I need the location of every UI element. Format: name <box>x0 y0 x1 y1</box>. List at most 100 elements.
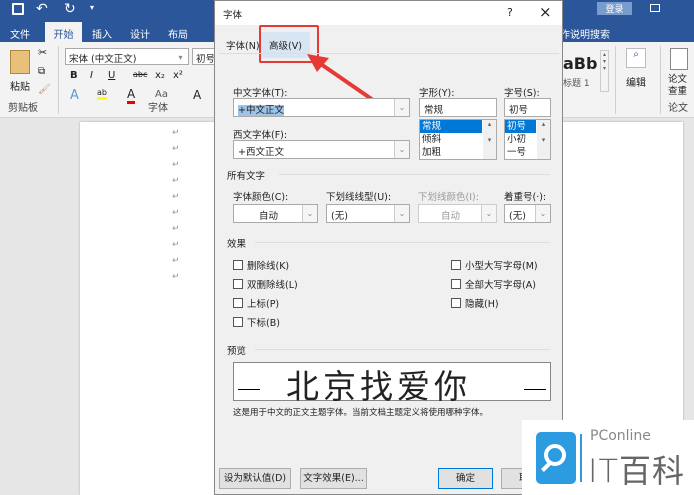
small-caps-checkbox[interactable]: 小型大写字母(M) <box>451 258 538 272</box>
paragraph-mark: ↵ <box>172 256 180 266</box>
west-font-value: +西文正文 <box>238 147 284 158</box>
size-value: 初号 <box>509 105 529 116</box>
font-color-select[interactable]: 自动 ⌄ <box>233 204 318 223</box>
tab-font[interactable]: 字体(N) <box>226 38 260 52</box>
cut-icon[interactable]: ✂ <box>38 46 47 59</box>
tab-home[interactable]: 开始 <box>45 22 82 42</box>
chevron-down-icon: ⌄ <box>394 205 409 222</box>
section-title: 预览 <box>227 346 247 357</box>
italic-icon[interactable]: I <box>90 70 93 81</box>
font-name-value: 宋体 (中文正文) <box>69 54 137 65</box>
checkbox-label: 全部大写字母(A) <box>465 280 536 291</box>
logo-divider <box>580 434 582 482</box>
tab-file[interactable]: 文件 <box>10 26 30 41</box>
emphasis-label: 着重号(·): <box>504 192 547 203</box>
font-dialog: 字体 ? × 字体(N) 高级(V) 中文字体(T): +中文正文 ⌄ 西文字体(… <box>214 0 563 495</box>
font-color-label: 字体颜色(C): <box>233 192 289 203</box>
paper-check-button[interactable]: 论文查重 <box>668 74 692 98</box>
tell-me-search[interactable]: 作说明搜索 <box>560 26 610 41</box>
scrollbar[interactable]: ▴ ▾ <box>537 120 550 159</box>
grow-font-icon[interactable]: A <box>193 88 201 102</box>
effects-section: 效果 <box>227 236 550 250</box>
paragraph-mark: ↵ <box>172 208 180 218</box>
paper-check-icon[interactable] <box>670 48 688 70</box>
scrollbar[interactable]: ▴ ▾ <box>483 120 496 159</box>
underline-color-value: 自动 <box>440 211 460 222</box>
help-button[interactable]: ? <box>507 6 513 19</box>
underline-style-select[interactable]: (无) ⌄ <box>326 204 410 223</box>
font-color-icon[interactable]: A <box>127 87 136 104</box>
paste-button[interactable]: 粘贴 <box>10 78 30 93</box>
brand-text: PConline <box>590 428 651 444</box>
chevron-down-icon: ▾ <box>173 49 188 64</box>
tab-design[interactable]: 设计 <box>130 26 150 41</box>
size-list[interactable]: 初号 小初 一号 ▴ ▾ <box>504 119 551 160</box>
underline-style-label: 下划线线型(U): <box>326 192 392 203</box>
pconline-watermark: PConline IT百科 <box>522 420 694 495</box>
set-default-button[interactable]: 设为默认值(D) <box>219 468 291 489</box>
style-heading1[interactable]: aBb <box>563 54 597 73</box>
paragraph-mark: ↵ <box>172 240 180 250</box>
editing-button[interactable]: 编辑 <box>626 74 646 89</box>
underline-icon[interactable]: U <box>108 70 115 81</box>
size-option[interactable]: 初号 <box>505 120 536 133</box>
undo-icon[interactable]: ↶ <box>36 1 48 17</box>
ok-button[interactable]: 确定 <box>438 468 493 489</box>
superscript-checkbox[interactable]: 上标(P) <box>233 296 279 310</box>
emphasis-select[interactable]: (无) ⌄ <box>504 204 551 223</box>
emphasis-value: (无) <box>509 211 526 222</box>
west-font-select[interactable]: +西文正文 ⌄ <box>233 140 410 159</box>
ribbon-display-icon[interactable] <box>650 4 660 12</box>
preview-description: 这是用于中文的正文主题字体。当前文档主题定义将使用哪种字体。 <box>233 408 489 418</box>
all-caps-checkbox[interactable]: 全部大写字母(A) <box>451 277 536 291</box>
font-color-value: 自动 <box>258 211 278 222</box>
strikethrough-checkbox[interactable]: 删除线(K) <box>233 258 289 272</box>
login-button[interactable]: 登录 <box>597 2 632 15</box>
format-painter-icon[interactable]: 🖌 <box>38 84 51 95</box>
subscript-checkbox[interactable]: 下标(B) <box>233 315 280 329</box>
paragraph-mark: ↵ <box>172 192 180 202</box>
style-label: 字形(Y): <box>419 88 455 99</box>
paragraph-mark: ↵ <box>172 272 180 282</box>
text-effects-icon[interactable]: A <box>70 88 79 103</box>
customize-icon[interactable]: ▾ <box>90 3 94 12</box>
superscript-icon[interactable]: x² <box>173 70 183 81</box>
tab-layout[interactable]: 布局 <box>168 26 188 41</box>
style-option[interactable]: 常规 <box>420 120 482 133</box>
copy-icon[interactable]: ⧉ <box>38 66 45 77</box>
font-name-select[interactable]: 宋体 (中文正文) ▾ <box>65 48 189 65</box>
double-strikethrough-checkbox[interactable]: 双删除线(L) <box>233 277 298 291</box>
preview-box: 北京找爱你 <box>233 362 551 406</box>
style-input[interactable]: 常规 <box>419 98 497 117</box>
dialog-title-bar: 字体 ? × <box>215 1 562 25</box>
preview-text: 北京找爱你 <box>286 367 471 406</box>
cn-font-select[interactable]: +中文正文 ⌄ <box>233 98 410 117</box>
highlight-icon[interactable]: ab <box>97 88 107 100</box>
tab-insert[interactable]: 插入 <box>92 26 112 41</box>
paragraph-mark: ↵ <box>172 144 180 154</box>
styles-scroll[interactable]: ▴ ▾ ▾ <box>600 50 609 92</box>
preview-section: 预览 <box>227 343 550 357</box>
search-icon[interactable]: ⌕ <box>626 48 646 68</box>
section-title: 所有文字 <box>227 171 266 182</box>
size-input[interactable]: 初号 <box>504 98 551 117</box>
strikethrough-icon[interactable]: abc <box>133 70 147 79</box>
checkbox-label: 上标(P) <box>247 299 280 310</box>
style-list[interactable]: 常规 倾斜 加粗 ▴ ▾ <box>419 119 497 160</box>
chevron-down-icon: ⌄ <box>481 205 496 222</box>
paste-icon[interactable] <box>10 50 30 74</box>
checkbox-label: 隐藏(H) <box>465 299 499 310</box>
checkbox-label: 下标(B) <box>247 318 280 329</box>
font-size-value: 初号 <box>196 54 216 65</box>
save-icon[interactable] <box>12 3 24 15</box>
redo-icon[interactable]: ↻ <box>64 1 76 17</box>
hidden-checkbox[interactable]: 隐藏(H) <box>451 296 499 310</box>
checkbox-label: 双删除线(L) <box>247 280 298 291</box>
text-effects-button[interactable]: 文字效果(E)... <box>300 468 367 489</box>
chevron-down-icon: ⌄ <box>535 205 550 222</box>
close-icon[interactable]: × <box>539 3 552 21</box>
bold-icon[interactable]: B <box>70 70 78 81</box>
paragraph-mark: ↵ <box>172 224 180 234</box>
subscript-icon[interactable]: x₂ <box>155 70 165 81</box>
baseline-mark <box>238 389 260 390</box>
